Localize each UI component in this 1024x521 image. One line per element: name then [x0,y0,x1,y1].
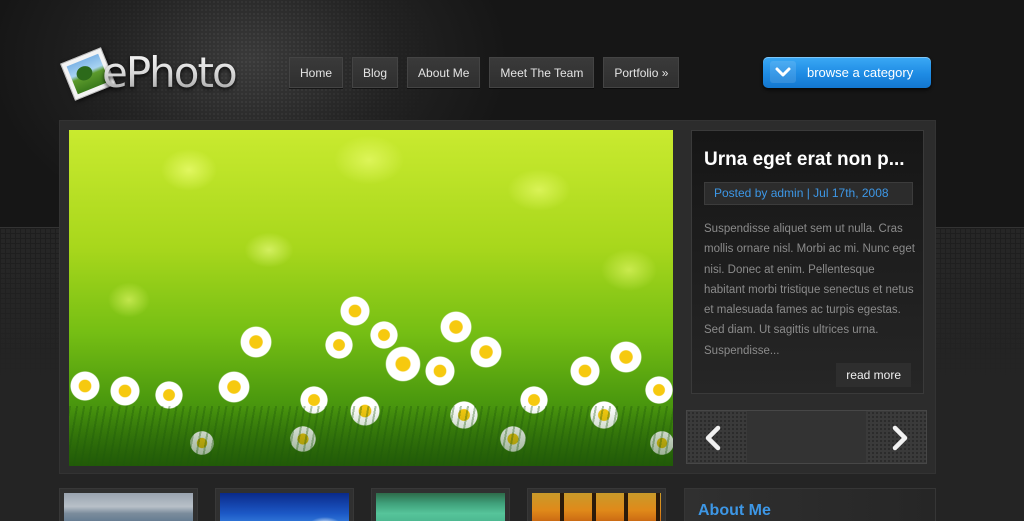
daisy [609,340,643,374]
daisy [424,355,456,387]
site-logo[interactable]: ePhoto [60,46,262,106]
thumbnail-autumn[interactable] [527,488,666,521]
thumbnail-sky[interactable] [215,488,354,521]
daisy [369,320,399,350]
thumbnail-lagoon[interactable] [371,488,510,521]
daisy [439,310,473,344]
next-slide-button[interactable] [884,423,914,453]
post-excerpt: Suspendisse aliquet sem ut nulla. Cras m… [704,223,915,357]
logo-text: ePhoto [102,48,238,97]
daisy [69,370,101,402]
chevron-down-icon [770,61,796,83]
thumbnail-image [220,493,349,521]
daisy [324,330,354,360]
previous-slide-button[interactable] [699,423,729,453]
daisy [644,375,673,405]
thumbnail-image [64,493,193,521]
grass [69,406,673,466]
daisy [109,375,141,407]
thumbnail-image [532,493,661,521]
nav-item-about-me[interactable]: About Me [407,57,481,88]
daisy [384,345,422,383]
nav-item-blog[interactable]: Blog [352,57,399,88]
thumbnail-image [376,493,505,521]
featured-post: Urna eget erat non p... Posted by admin … [691,130,924,394]
chevron-left-icon [705,425,721,451]
daisy [217,370,251,404]
daisy [469,335,503,369]
featured-image[interactable] [69,130,673,466]
chevron-right-icon [892,425,908,451]
daisy [569,355,601,387]
about-me-widget: About Me [684,488,936,521]
featured-slider: Urna eget erat non p... Posted by admin … [59,120,936,474]
post-meta: Posted by admin | Jul 17th, 2008 [704,182,913,205]
slider-controls [686,410,927,464]
browse-category-label: browse a category [807,65,914,80]
nav-item-portfolio[interactable]: Portfolio » [603,57,680,88]
main-nav: Home Blog About Me Meet The Team Portfol… [289,57,680,88]
nav-item-home[interactable]: Home [289,57,344,88]
about-me-title: About Me [698,502,771,519]
nav-item-meet-the-team[interactable]: Meet The Team [489,57,595,88]
daisy [239,325,273,359]
thumbnail-mountains[interactable] [59,488,198,521]
daisy [339,295,371,327]
read-more-button[interactable]: read more [836,363,911,387]
browse-category-button[interactable]: browse a category [763,57,931,88]
post-title[interactable]: Urna eget erat non p... [704,149,905,171]
